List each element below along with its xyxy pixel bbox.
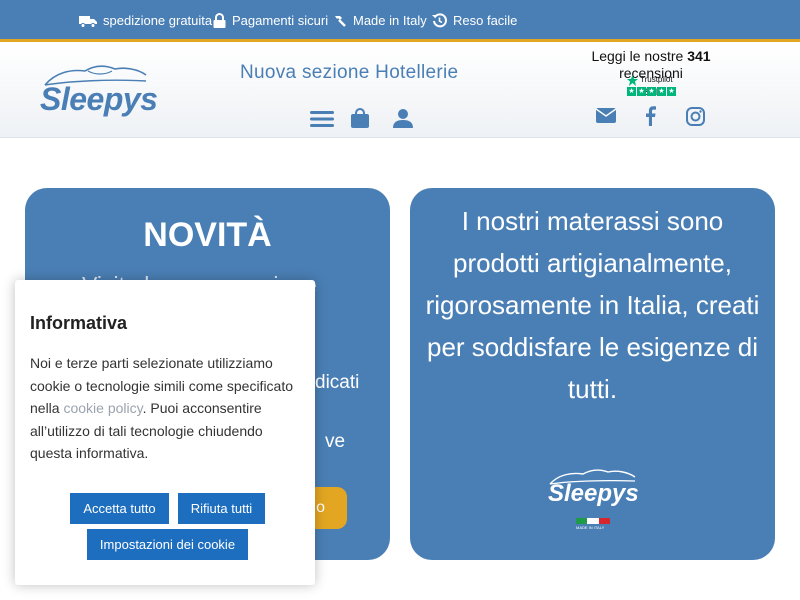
trustpilot-label: Trustpilot bbox=[640, 75, 673, 84]
envelope-icon[interactable] bbox=[596, 108, 616, 123]
cookie-policy-link[interactable]: cookie policy bbox=[63, 400, 142, 416]
hammer-icon bbox=[335, 15, 346, 27]
made-in-italy-label: MADE IN ITALY bbox=[576, 525, 605, 530]
hotellerie-link[interactable]: Nuova sezione Hotellerie bbox=[240, 62, 458, 84]
user-icon[interactable] bbox=[393, 108, 413, 128]
news-title: NOVITÀ bbox=[143, 216, 272, 254]
claim-text: I nostri materassi sono prodotti artigia… bbox=[425, 206, 760, 404]
cookie-banner: Informativa Noi e terze parti selezionat… bbox=[15, 280, 315, 585]
claim-card: I nostri materassi sono prodotti artigia… bbox=[410, 188, 775, 560]
facebook-icon[interactable] bbox=[645, 106, 656, 126]
site-logo[interactable]: Sleepys bbox=[40, 61, 158, 117]
info-shipping-label: spedizione gratuita bbox=[103, 13, 213, 28]
top-info-bar: spedizione gratuita Pagamenti sicuri Mad… bbox=[0, 0, 800, 42]
claim-logo: Sleepys bbox=[546, 466, 639, 507]
info-payments: Pagamenti sicuri bbox=[213, 13, 328, 28]
shopping-bag-icon[interactable] bbox=[351, 108, 369, 128]
reviews-prefix: Leggi le nostre bbox=[591, 48, 684, 64]
news-text-partial: dicati bbox=[315, 372, 360, 393]
star-icon: ★ bbox=[657, 87, 666, 96]
star-icon: ★ bbox=[627, 87, 636, 96]
cookie-title: Informativa bbox=[30, 313, 128, 333]
cookie-settings-button[interactable]: Impostazioni dei cookie bbox=[87, 529, 248, 560]
menu-icon[interactable] bbox=[310, 110, 334, 128]
lock-icon bbox=[213, 13, 226, 28]
trustpilot-star-icon bbox=[627, 75, 638, 86]
claim-logo-text: Sleepys bbox=[548, 480, 639, 507]
trustpilot-stars: ★ ★ ★ ★ ★ bbox=[627, 87, 677, 96]
accept-all-button[interactable]: Accetta tutto bbox=[70, 493, 169, 524]
info-easy-return: Reso facile bbox=[432, 13, 517, 28]
truck-icon bbox=[79, 15, 97, 28]
info-easy-return-label: Reso facile bbox=[453, 13, 518, 28]
star-icon: ★ bbox=[667, 87, 676, 96]
site-header: Sleepys Nuova sezione Hotellerie Leggi l… bbox=[0, 45, 800, 138]
logo-text: Sleepys bbox=[40, 81, 158, 117]
info-made-in-italy-label: Made in Italy bbox=[353, 13, 427, 28]
italy-flag bbox=[576, 518, 610, 524]
cookie-body: Noi e terze parti selezionate utilizziam… bbox=[30, 352, 305, 465]
star-icon: ★ bbox=[647, 87, 656, 96]
reject-all-button[interactable]: Rifiuta tutti bbox=[178, 493, 265, 524]
news-text-partial: ve bbox=[325, 431, 346, 452]
star-icon: ★ bbox=[637, 87, 646, 96]
info-shipping: spedizione gratuita bbox=[79, 13, 212, 28]
instagram-icon[interactable] bbox=[686, 107, 705, 126]
history-icon bbox=[432, 13, 447, 28]
reviews-count: 341 bbox=[687, 48, 711, 64]
info-made-in-italy: Made in Italy bbox=[333, 13, 427, 28]
info-payments-label: Pagamenti sicuri bbox=[232, 13, 329, 28]
